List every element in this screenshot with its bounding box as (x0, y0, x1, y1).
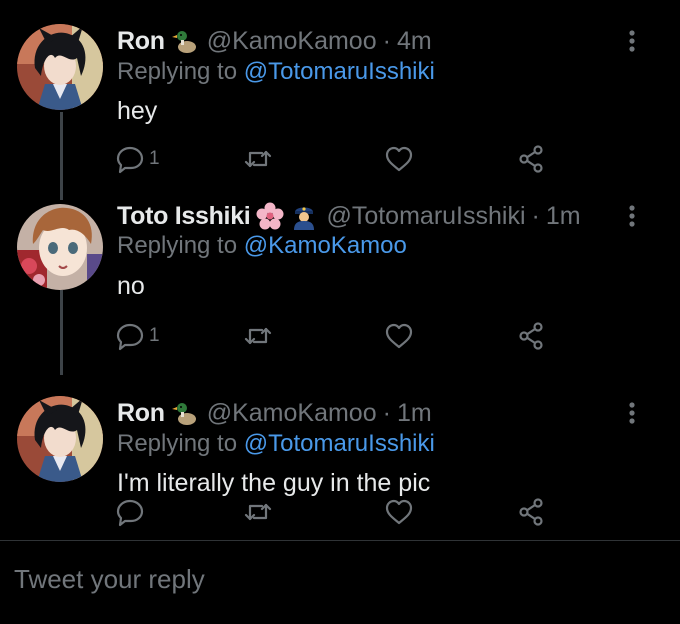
separator-dot: · (382, 399, 391, 427)
replying-to-link[interactable]: @TotomaruIsshiki (244, 58, 435, 85)
replying-to-label: Replying to (117, 232, 238, 259)
retweet-icon (243, 321, 273, 351)
reply-button[interactable]: 1 (115, 142, 160, 176)
cherry-blossom-emoji (256, 202, 284, 230)
more-options-icon[interactable] (620, 201, 644, 231)
timestamp[interactable]: 1m (397, 398, 432, 428)
reply-icon (115, 497, 145, 527)
user-handle[interactable]: @KamoKamoo (207, 398, 377, 428)
reply-button[interactable] (115, 495, 149, 529)
separator-dot: · (382, 27, 391, 55)
replying-to-line: Replying to @TotomaruIsshiki (117, 429, 435, 459)
more-options-icon[interactable] (620, 398, 644, 428)
reply-count: 1 (149, 148, 160, 169)
separator-dot: · (531, 202, 540, 230)
reply-composer (0, 541, 680, 624)
display-name[interactable]: Ron (117, 26, 165, 56)
tweet-actions: 1 (115, 319, 555, 353)
timestamp[interactable]: 1m (546, 201, 581, 231)
reply-icon (115, 321, 145, 351)
tweet-header: Ron @KamoKamoo · 4m (117, 26, 432, 56)
duck-emoji (171, 399, 199, 427)
like-button[interactable] (384, 319, 418, 353)
share-button[interactable] (516, 495, 546, 529)
reply-icon (115, 144, 145, 174)
police-officer-emoji (290, 202, 318, 230)
replying-to-line: Replying to @KamoKamoo (117, 231, 407, 261)
replying-to-link[interactable]: @TotomaruIsshiki (244, 430, 435, 457)
tweet-text: hey (117, 97, 158, 125)
tweet-text: no (117, 272, 145, 300)
retweet-button[interactable] (243, 319, 277, 353)
tweet[interactable]: Ron @KamoKamoo · 4m Replying to @Totomar… (0, 0, 680, 200)
like-icon (384, 497, 414, 527)
like-icon (384, 321, 414, 351)
replying-to-link[interactable]: @KamoKamoo (244, 232, 407, 259)
retweet-button[interactable] (243, 495, 277, 529)
reply-button[interactable]: 1 (115, 319, 160, 353)
avatar[interactable] (17, 396, 103, 482)
user-handle[interactable]: @TotomaruIsshiki (326, 201, 525, 231)
avatar[interactable] (17, 204, 103, 290)
tweet-actions: 1 (115, 142, 555, 176)
more-options-icon[interactable] (620, 26, 644, 56)
user-handle[interactable]: @KamoKamoo (207, 26, 377, 56)
share-icon (516, 144, 546, 174)
reply-count: 1 (149, 325, 160, 346)
timestamp[interactable]: 4m (397, 26, 432, 56)
retweet-icon (243, 497, 273, 527)
tweet-header: Ron @KamoKamoo · 1m (117, 398, 432, 428)
replying-to-line: Replying to @TotomaruIsshiki (117, 57, 435, 87)
retweet-button[interactable] (243, 142, 277, 176)
avatar[interactable] (17, 24, 103, 110)
tweet[interactable]: Toto Isshiki @TotomaruIsshiki · 1m Reply… (0, 200, 680, 372)
tweet-actions (115, 495, 555, 529)
replying-to-label: Replying to (117, 430, 238, 457)
like-icon (384, 144, 414, 174)
tweet-header: Toto Isshiki @TotomaruIsshiki · 1m (117, 201, 581, 231)
display-name[interactable]: Toto Isshiki (117, 201, 251, 231)
share-icon (516, 321, 546, 351)
display-name[interactable]: Ron (117, 398, 165, 428)
share-button[interactable] (516, 142, 546, 176)
like-button[interactable] (384, 142, 418, 176)
duck-emoji (171, 27, 199, 55)
replying-to-label: Replying to (117, 58, 238, 85)
share-button[interactable] (516, 319, 546, 353)
like-button[interactable] (384, 495, 418, 529)
retweet-icon (243, 144, 273, 174)
tweet[interactable]: Ron @KamoKamoo · 1m Replying to @Totomar… (0, 372, 680, 540)
share-icon (516, 497, 546, 527)
reply-input[interactable] (14, 559, 654, 599)
